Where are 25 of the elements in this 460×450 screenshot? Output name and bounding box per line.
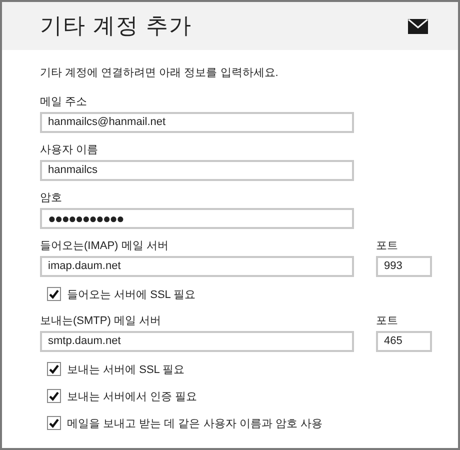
- field-label: 들어오는(IMAP) 메일 서버: [40, 239, 170, 252]
- input-field[interactable]: smtp.daum.net: [40, 331, 354, 352]
- mail-icon: [408, 18, 428, 34]
- checkbox[interactable]: [47, 389, 61, 403]
- field-label: 메일 주소: [40, 95, 88, 108]
- port-field[interactable]: 993: [376, 256, 432, 277]
- checkbox-label: 메일을 보내고 받는 데 같은 사용자 이름과 암호 사용: [67, 416, 322, 430]
- field-label: 보내는(SMTP) 메일 서버: [40, 314, 162, 327]
- checkbox[interactable]: [47, 362, 61, 376]
- port-label: 포트: [376, 314, 399, 327]
- checkbox[interactable]: [47, 416, 61, 430]
- input-field[interactable]: hanmailcs: [40, 160, 354, 181]
- checkbox-label: 보내는 서버에서 인증 필요: [67, 390, 198, 404]
- input-field[interactable]: imap.daum.net: [40, 256, 354, 277]
- checkbox-label: 들어오는 서버에 SSL 필요: [67, 288, 196, 302]
- input-field[interactable]: hanmailcs@hanmail.net: [40, 112, 354, 133]
- checkbox-label: 보내는 서버에 SSL 필요: [67, 362, 185, 376]
- field-label: 사용자 이름: [40, 143, 100, 156]
- instruction-text: 기타 계정에 연결하려면 아래 정보를 입력하세요.: [40, 66, 280, 80]
- input-field[interactable]: ●●●●●●●●●●●: [40, 208, 354, 229]
- page-title: 기타 계정 추가: [40, 12, 192, 40]
- port-label: 포트: [376, 239, 399, 252]
- field-label: 암호: [40, 191, 63, 204]
- checkbox[interactable]: [47, 287, 61, 301]
- port-field[interactable]: 465: [376, 331, 432, 352]
